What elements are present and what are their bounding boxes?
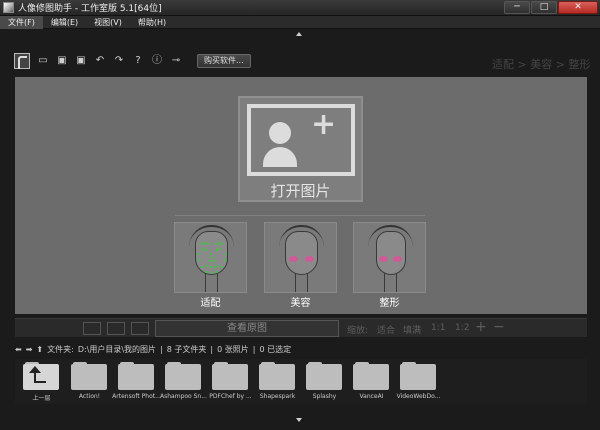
folder-item[interactable]: Splashy xyxy=(302,362,347,402)
app-logo-icon xyxy=(14,53,30,69)
folder-name: Action! xyxy=(78,393,101,400)
folder-item[interactable]: VanceAI xyxy=(349,362,394,402)
folder-label: 文件夹: xyxy=(47,344,74,354)
folder-item[interactable]: PDFChef by ... xyxy=(208,362,253,402)
folder-item[interactable]: Ashampoo Sn... xyxy=(160,362,207,402)
folder-item[interactable]: Action! xyxy=(67,362,112,402)
help-icon[interactable]: ? xyxy=(132,55,144,67)
folder-name: PDFChef by ... xyxy=(209,393,252,400)
folder-item[interactable]: VideoWebDo... xyxy=(396,362,441,402)
blush-icon xyxy=(379,256,388,262)
blush-icon xyxy=(393,256,402,262)
save-as-icon[interactable]: ▣ xyxy=(75,55,87,67)
zoom-1-2-button[interactable]: 1:2 xyxy=(455,323,469,333)
folder-item-up[interactable]: 上一层 xyxy=(19,362,64,402)
app-icon xyxy=(3,2,14,13)
path-bar: ⬅ ➡ ⬆ 文件夹: D:\用户目录\我的图片 | 8 子文件夹 | 0 张照片… xyxy=(15,344,292,355)
folder-icon[interactable]: ▭ xyxy=(37,55,49,67)
folder-name: Artensoft Phot... xyxy=(112,393,161,400)
face-fit-label: 适配 xyxy=(200,298,221,309)
minimize-button[interactable]: ─ xyxy=(504,1,530,14)
zoom-out-icon[interactable]: − xyxy=(493,319,505,335)
menu-bar: 文件(F) 编辑(E) 视图(V) 帮助(H) xyxy=(0,15,600,29)
collapse-top-icon[interactable] xyxy=(296,32,302,36)
zoom-fill-button[interactable]: 填满 xyxy=(403,323,421,336)
undo-icon[interactable]: ↶ xyxy=(94,55,106,67)
folder-name: Splashy xyxy=(312,393,337,400)
face-outline xyxy=(285,231,318,275)
folder-icon xyxy=(259,364,295,390)
zoom-in-icon[interactable]: + xyxy=(475,319,487,335)
main-panel: + 打开图片 适配 美容 整形 xyxy=(15,77,587,314)
single-view-icon[interactable] xyxy=(83,322,101,335)
buy-software-button[interactable]: 购买软件... xyxy=(197,54,251,68)
folder-name: VanceAI xyxy=(359,393,384,400)
zoom-1-1-button[interactable]: 1:1 xyxy=(431,323,445,333)
folder-icon xyxy=(165,364,201,390)
save-icon[interactable]: ▣ xyxy=(56,55,68,67)
menu-view[interactable]: 视图(V) xyxy=(86,16,130,29)
photo-count: 0 张照片 xyxy=(217,344,249,354)
menu-file[interactable]: 文件(F) xyxy=(0,15,43,29)
title-bar: 人像修图助手 - 工作室版 5.1[64位] ─ □ ✕ xyxy=(0,0,600,16)
folder-item[interactable]: Shapespark xyxy=(255,362,300,402)
window-title: 人像修图助手 - 工作室版 5.1[64位] xyxy=(18,4,162,14)
folder-icon xyxy=(306,364,342,390)
close-button[interactable]: ✕ xyxy=(558,1,598,14)
folder-icon xyxy=(212,364,248,390)
selected-count: 0 已选定 xyxy=(259,344,292,354)
collapse-bottom-icon[interactable] xyxy=(296,418,302,422)
toolbar: ▭ ▣ ▣ ↶ ↷ ? ⓘ ⊸ 购买软件... xyxy=(14,52,251,70)
folder-name: Ashampoo Sn... xyxy=(160,393,207,400)
plugin-icon[interactable]: ⊸ xyxy=(170,55,182,67)
subfolder-count: 8 子文件夹 xyxy=(166,344,207,354)
folder-icon xyxy=(71,364,107,390)
plus-icon: + xyxy=(311,107,337,142)
folder-name: VideoWebDo... xyxy=(396,393,441,400)
face-reshape-label: 整形 xyxy=(379,298,400,309)
forward-icon[interactable]: ➡ xyxy=(26,345,33,354)
current-path[interactable]: D:\用户目录\我的图片 xyxy=(78,344,156,355)
folder-icon xyxy=(400,364,436,390)
menu-edit[interactable]: 编辑(E) xyxy=(43,16,86,29)
view-controls-bar: 查看原图 缩放: 适合 填满 1:1 1:2 + − xyxy=(15,318,587,337)
face-fit-button[interactable] xyxy=(174,222,247,293)
maximize-button[interactable]: □ xyxy=(531,1,557,14)
info-icon[interactable]: ⓘ xyxy=(151,55,163,67)
menu-help[interactable]: 帮助(H) xyxy=(130,16,174,29)
split-view-icon[interactable] xyxy=(107,322,125,335)
person-icon xyxy=(263,122,297,167)
face-outline xyxy=(376,231,406,275)
folder-name: 上一层 xyxy=(32,395,51,402)
folder-icon xyxy=(118,364,154,390)
add-photo-icon: + xyxy=(247,104,355,176)
up-icon[interactable]: ⬆ xyxy=(36,345,43,354)
folder-icon xyxy=(353,364,389,390)
folder-strip: 上一层 Action! Artensoft Phot... Ashampoo S… xyxy=(15,359,587,404)
back-icon[interactable]: ⬅ xyxy=(15,345,22,354)
folder-name: Shapespark xyxy=(259,393,296,400)
breadcrumb: 适配 > 美容 > 整形 xyxy=(492,58,591,71)
face-beauty-label: 美容 xyxy=(290,298,311,309)
divider xyxy=(175,215,425,216)
face-reshape-button[interactable] xyxy=(353,222,426,293)
folder-item[interactable]: Artensoft Phot... xyxy=(112,362,161,402)
blush-icon xyxy=(289,256,298,262)
redo-icon[interactable]: ↷ xyxy=(113,55,125,67)
view-original-button[interactable]: 查看原图 xyxy=(155,320,339,337)
open-image-button[interactable]: + 打开图片 xyxy=(238,96,363,202)
window-controls: ─ □ ✕ xyxy=(504,1,598,14)
blush-icon xyxy=(305,256,314,262)
face-beauty-button[interactable] xyxy=(264,222,337,293)
zoom-fit-button[interactable]: 适合 xyxy=(377,323,395,336)
compare-view-icon[interactable] xyxy=(131,322,149,335)
zoom-label: 缩放: xyxy=(347,326,369,336)
open-image-label: 打开图片 xyxy=(270,182,331,200)
